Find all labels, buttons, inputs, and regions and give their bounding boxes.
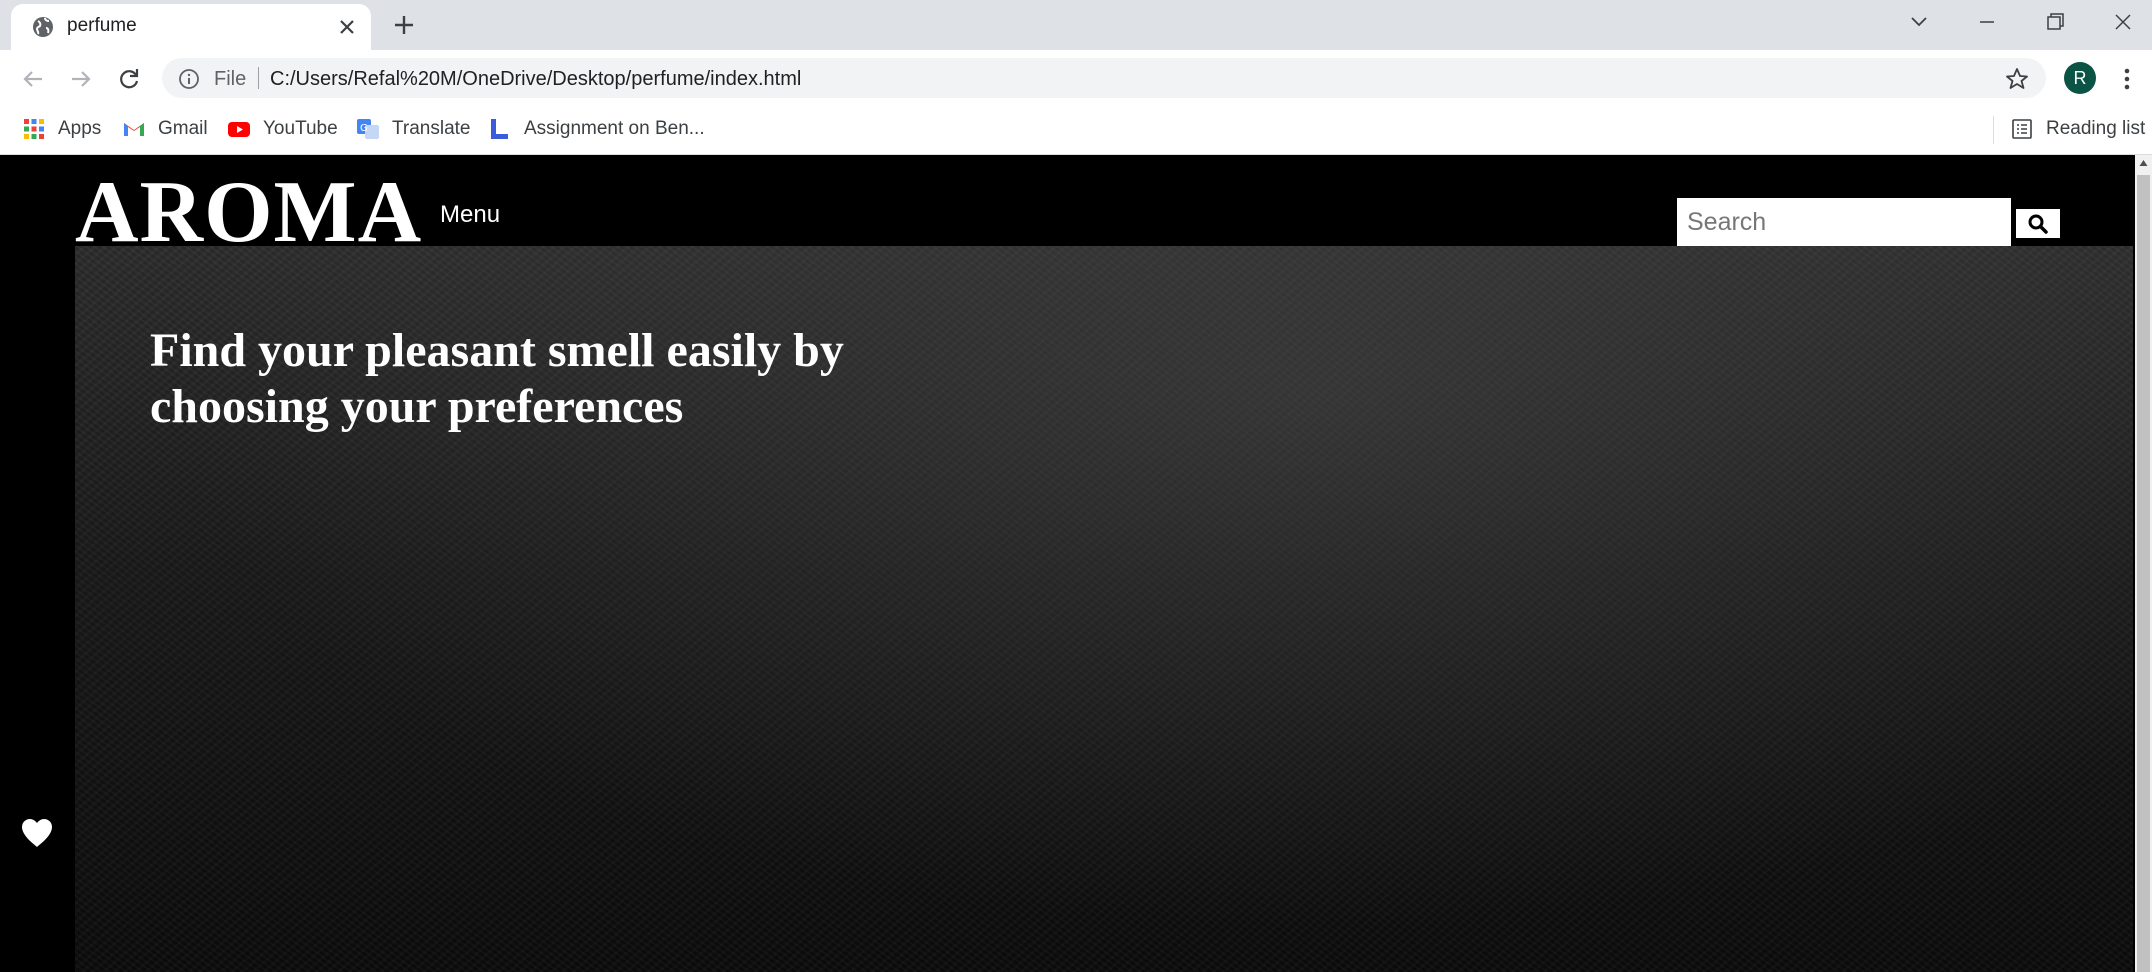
close-window-icon[interactable] (2106, 8, 2140, 36)
new-tab-icon[interactable] (390, 11, 418, 39)
search-input[interactable] (1677, 198, 2011, 246)
info-icon[interactable] (178, 68, 200, 90)
bookmark-label: Gmail (158, 118, 208, 139)
address-divider (258, 67, 259, 89)
kebab-menu-icon[interactable] (2114, 64, 2140, 94)
menu-link[interactable]: Menu (440, 201, 500, 229)
browser-toolbar: File C:/Users/Refal%20M/OneDrive/Desktop… (0, 50, 2152, 106)
browser-tab[interactable]: perfume (11, 4, 371, 50)
bookmark-translate[interactable]: G Translate (356, 115, 471, 143)
minimize-icon[interactable] (1970, 8, 2004, 36)
restore-icon[interactable] (2038, 8, 2072, 36)
heart-icon[interactable] (20, 817, 54, 849)
tab-title: perfume (67, 15, 137, 36)
hero-headline: Find your pleasant smell easily by choos… (150, 324, 844, 433)
bookmark-youtube[interactable]: YouTube (227, 115, 338, 143)
assignment-icon (491, 119, 508, 139)
bookmark-label: Translate (392, 118, 471, 139)
bookmark-label: Assignment on Ben... (524, 118, 705, 139)
bookmark-label: YouTube (263, 118, 338, 139)
reload-icon[interactable] (114, 64, 144, 94)
page-scrollbar[interactable] (2135, 155, 2152, 972)
browser-tabstrip: perfume (0, 0, 2152, 50)
close-tab-icon[interactable] (335, 15, 359, 39)
forward-arrow-icon[interactable] (66, 64, 96, 94)
bookmarks-bar: Apps Gmail YouTube G Translate Assignmen… (0, 106, 2152, 155)
address-bar[interactable]: File C:/Users/Refal%20M/OneDrive/Desktop… (162, 58, 2046, 98)
search-button[interactable] (2016, 209, 2060, 238)
svg-text:G: G (360, 123, 368, 134)
reading-list-label: Reading list (2046, 118, 2146, 139)
bookmark-label: Apps (58, 118, 102, 139)
scroll-up-arrow-icon[interactable] (2139, 159, 2148, 167)
page-viewport: AROMA Menu Find your pleasant smell easi… (0, 155, 2152, 972)
reading-list-button[interactable]: Reading list (2010, 115, 2145, 143)
youtube-icon (228, 122, 250, 137)
globe-icon (33, 17, 53, 37)
back-arrow-icon[interactable] (18, 64, 48, 94)
scrollbar-thumb[interactable] (2137, 175, 2150, 972)
bookmark-star-icon[interactable] (2004, 66, 2030, 92)
profile-avatar[interactable]: R (2064, 62, 2096, 94)
apps-grid-icon (24, 119, 44, 139)
url-text[interactable]: C:/Users/Refal%20M/OneDrive/Desktop/perf… (270, 68, 801, 91)
gmail-icon (124, 123, 144, 136)
bookmark-gmail[interactable]: Gmail (122, 115, 208, 143)
search-icon (2028, 214, 2048, 234)
bookmark-assignment[interactable]: Assignment on Ben... (488, 115, 705, 143)
translate-icon: G (357, 119, 379, 139)
tab-search-icon[interactable] (1902, 8, 1936, 36)
scheme-label: File (214, 68, 247, 90)
site-logo[interactable]: AROMA (75, 169, 422, 257)
bookmark-apps[interactable]: Apps (22, 115, 101, 143)
bookmarks-divider (1993, 116, 1994, 144)
reading-list-icon (2012, 119, 2032, 139)
